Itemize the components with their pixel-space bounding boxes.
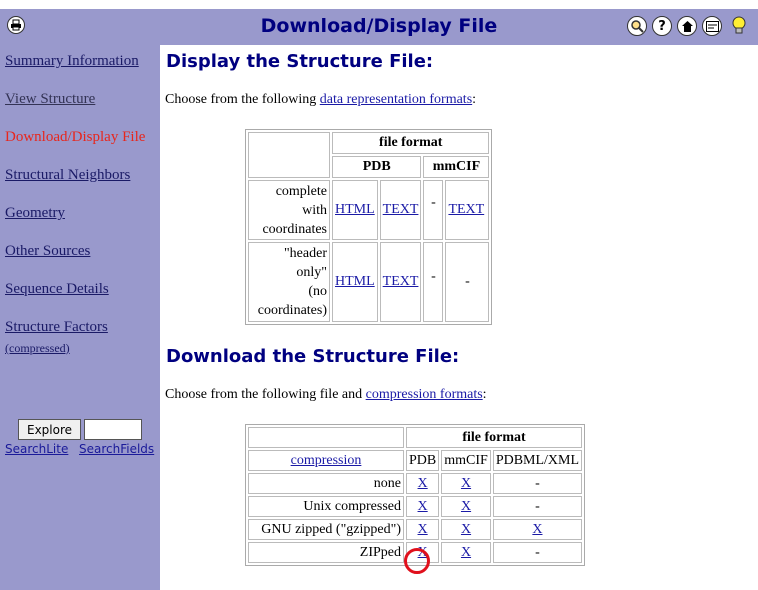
table-corner (248, 132, 330, 178)
pdb-unix-link[interactable]: X (418, 499, 428, 514)
download-intro: Choose from the following file and compr… (165, 387, 487, 403)
pdb-col-header: PDB (332, 156, 422, 178)
pdb-text-link[interactable]: TEXT (383, 202, 419, 217)
download-intro-suffix: : (482, 387, 487, 402)
pdb-html-link[interactable]: HTML (335, 202, 375, 217)
download-heading: Download the Structure File: (166, 346, 460, 367)
mmcif-gzip-link[interactable]: X (461, 522, 471, 537)
pdb-html-header-link[interactable]: HTML (335, 274, 375, 289)
search-icon[interactable] (627, 16, 647, 36)
pdb-gzip-link[interactable]: X (418, 522, 428, 537)
table-row: none X X - (248, 473, 583, 494)
sidebar-item-view-structure[interactable]: View Structure (5, 91, 95, 108)
pdbml-unix-cell: - (492, 496, 583, 517)
row-label-none: none (248, 473, 404, 494)
display-heading: Display the Structure File: (166, 51, 434, 72)
pdb-col-header: PDB (406, 450, 440, 471)
sidebar: Summary Information View Structure Downl… (0, 45, 160, 590)
sidebar-item-structural-neighbors[interactable]: Structural Neighbors (5, 167, 130, 184)
search-lite-link[interactable]: SearchLite (5, 442, 68, 456)
table-row: Unix compressed X X - (248, 496, 583, 517)
pdbml-gzip-link[interactable]: X (532, 522, 542, 537)
mmcif-col-header: mmCIF (423, 156, 490, 178)
sidebar-item-structure-factors[interactable]: Structure Factors (5, 319, 108, 336)
table-row: "header only" (no coordinates) HTML TEXT… (248, 242, 490, 322)
card-icon[interactable] (702, 16, 722, 36)
pdbml-zip-cell: - (492, 542, 583, 563)
sidebar-item-geometry[interactable]: Geometry (5, 205, 65, 222)
mmcif-none-link[interactable]: X (461, 476, 471, 491)
download-format-table: file format compression PDB mmCIF PDBML/… (245, 424, 586, 566)
display-format-table: file format PDB mmCIF complete with coor… (245, 129, 493, 325)
sidebar-item-structure-factors-compressed[interactable]: (compressed) (5, 341, 70, 356)
mmcif-text-link[interactable]: TEXT (448, 202, 484, 217)
row-label-header-only: "header only" (no coordinates) (248, 242, 330, 322)
table-row: GNU zipped ("gzipped") X X X (248, 519, 583, 540)
row-label-line: (no (308, 284, 327, 299)
file-format-header: file format (332, 132, 490, 154)
mmcif-html-cell: - (423, 180, 444, 240)
row-label-complete: complete with coordinates (248, 180, 330, 240)
pdb-none-link[interactable]: X (418, 476, 428, 491)
pdb-text-header-link[interactable]: TEXT (383, 274, 419, 289)
search-input[interactable] (84, 419, 142, 440)
mmcif-html-header-cell: - (423, 242, 444, 322)
row-label-line: with (302, 202, 327, 218)
row-label-line: only" (296, 265, 327, 280)
sidebar-item-sequence-details[interactable]: Sequence Details (5, 281, 109, 298)
mmcif-text-header-cell: - (445, 242, 490, 322)
row-label-line: "header (283, 246, 327, 261)
row-label-zipped: ZIPped (248, 542, 404, 563)
file-format-header: file format (406, 427, 583, 448)
pdbml-col-header: PDBML/XML (492, 450, 583, 471)
display-intro: Choose from the following data represent… (165, 92, 476, 108)
display-intro-text: Choose from the following (165, 92, 320, 107)
sidebar-item-other-sources[interactable]: Other Sources (5, 243, 90, 260)
row-label-line: complete (275, 183, 327, 199)
table-corner (248, 427, 404, 448)
highlight-circle (404, 548, 430, 574)
lightbulb-icon[interactable] (729, 16, 749, 36)
mmcif-zip-link[interactable]: X (461, 545, 471, 560)
sidebar-item-summary-information[interactable]: Summary Information (5, 53, 139, 70)
explore-button[interactable]: Explore (18, 419, 81, 440)
pdbml-none-cell: - (492, 473, 583, 494)
row-label-gnu-zipped: GNU zipped ("gzipped") (248, 519, 404, 540)
display-intro-suffix: : (472, 92, 477, 107)
header-bar: Download/Display File ? (0, 9, 758, 45)
download-intro-text: Choose from the following file and (165, 387, 366, 402)
row-label-unix-compressed: Unix compressed (248, 496, 404, 517)
help-icon[interactable]: ? (652, 16, 672, 36)
mmcif-col-header: mmCIF (441, 450, 491, 471)
home-icon[interactable] (677, 16, 697, 36)
row-label-line: coordinates) (257, 303, 327, 318)
row-label-line: coordinates (262, 221, 327, 237)
data-representation-formats-link[interactable]: data representation formats (320, 92, 472, 107)
search-fields-link[interactable]: SearchFields (79, 442, 154, 456)
sidebar-item-download-display-file[interactable]: Download/Display File (5, 129, 145, 146)
mmcif-unix-link[interactable]: X (461, 499, 471, 514)
table-row: complete with coordinates HTML TEXT - TE… (248, 180, 490, 240)
compression-formats-link[interactable]: compression formats (366, 387, 483, 402)
compression-header-link[interactable]: compression (291, 453, 362, 468)
